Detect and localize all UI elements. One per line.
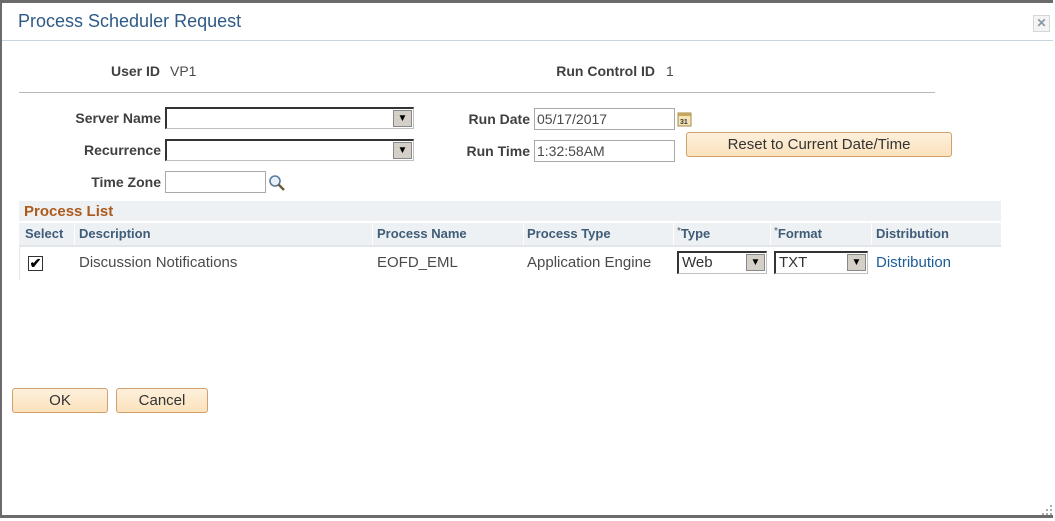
table-row: ✔ Discussion Notifications EOFD_EML Appl… (19, 247, 1001, 280)
column-separator (673, 223, 674, 245)
server-name-select[interactable]: ▼ (165, 107, 414, 129)
process-name-cell: EOFD_EML (377, 254, 458, 271)
column-header-type: *Type (677, 226, 710, 245)
chevron-down-icon[interactable]: ▼ (393, 110, 412, 127)
cancel-button[interactable]: Cancel (116, 388, 208, 413)
server-name-label: Server Name (75, 110, 161, 126)
chevron-down-icon[interactable]: ▼ (847, 254, 866, 271)
column-header-select: Select (25, 226, 64, 241)
time-zone-label: Time Zone (91, 174, 161, 190)
column-header-process-type: Process Type (527, 226, 611, 241)
process-list-title: Process List (24, 203, 114, 220)
format-value: TXT (779, 254, 808, 271)
process-list-column-headers: Select Description Process Name Process … (19, 223, 1001, 247)
user-id-label: User ID (110, 63, 160, 79)
process-list-header: Process List (19, 201, 1001, 221)
type-select[interactable]: Web ▼ (677, 251, 767, 274)
run-time-label: Run Time (466, 143, 530, 159)
dialog-title: Process Scheduler Request (18, 11, 242, 31)
resize-handle-icon[interactable] (1041, 503, 1053, 515)
column-header-format: *Format (774, 226, 822, 245)
process-type-cell: Application Engine (527, 254, 652, 271)
column-header-distribution: Distribution (876, 226, 949, 241)
column-header-type-label: Type (680, 226, 711, 241)
run-control-id-value: 1 (666, 63, 674, 79)
chevron-down-icon[interactable]: ▼ (393, 142, 412, 159)
dialog-titlebar: Process Scheduler Request ✕ (2, 3, 1053, 41)
recurrence-select[interactable]: ▼ (165, 139, 414, 161)
column-separator (770, 223, 771, 245)
column-separator (523, 223, 524, 245)
search-icon[interactable] (268, 174, 286, 192)
type-value: Web (682, 254, 713, 271)
description-cell: Discussion Notifications (79, 254, 238, 271)
distribution-link[interactable]: Distribution (876, 254, 951, 271)
chevron-down-icon[interactable]: ▼ (746, 254, 765, 271)
run-time-input[interactable]: 1:32:58AM (534, 140, 675, 162)
reset-date-time-button[interactable]: Reset to Current Date/Time (686, 132, 952, 157)
run-date-input[interactable]: 05/17/2017 (534, 108, 675, 130)
run-date-label: Run Date (468, 111, 530, 127)
close-icon[interactable]: ✕ (1033, 15, 1050, 32)
ok-button[interactable]: OK (12, 388, 108, 413)
svg-text:31: 31 (680, 119, 688, 126)
recurrence-label: Recurrence (83, 142, 161, 158)
format-select[interactable]: TXT ▼ (774, 251, 868, 274)
column-header-description: Description (79, 226, 151, 241)
run-control-id-label: Run Control ID (556, 63, 655, 79)
select-checkbox[interactable]: ✔ (28, 256, 43, 271)
column-separator (74, 223, 75, 245)
time-zone-input[interactable] (165, 171, 266, 193)
column-header-format-label: Format (777, 226, 822, 241)
header-divider (19, 92, 935, 93)
column-header-process-name: Process Name (377, 226, 467, 241)
column-separator (372, 223, 373, 245)
calendar-icon[interactable]: 31 (677, 111, 692, 127)
user-id-value: VP1 (170, 63, 197, 79)
column-separator (871, 223, 872, 245)
